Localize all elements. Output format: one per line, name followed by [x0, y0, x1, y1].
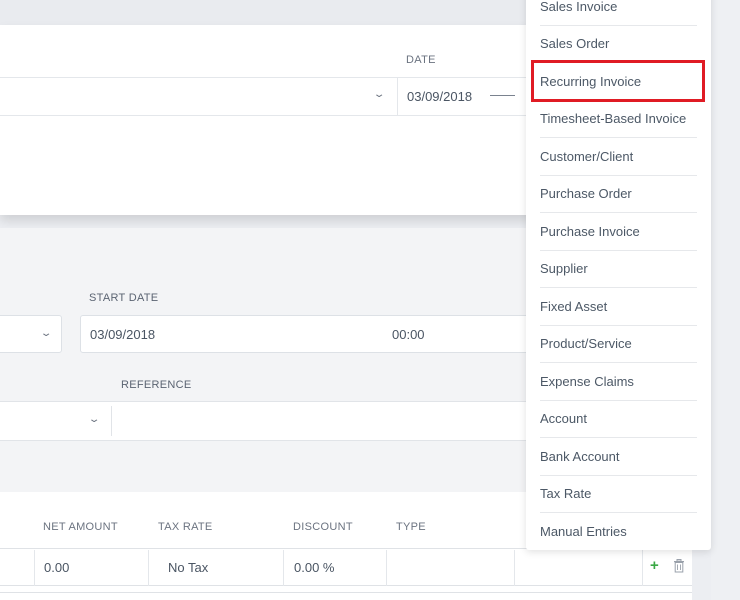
menu-item-customer-client[interactable]: Customer/Client [540, 138, 697, 176]
chevron-down-icon[interactable]: ⌄ [88, 414, 101, 425]
divider [34, 550, 35, 586]
table-row [0, 548, 692, 586]
date-field[interactable]: 03/09/2018 [407, 89, 472, 104]
divider [0, 77, 560, 78]
dash-separator [490, 95, 515, 96]
new-item-dropdown-menu: Sales Invoice Sales Order Recurring Invo… [526, 0, 711, 550]
invoice-header-card: DATE ⌄ 03/09/2018 [0, 25, 560, 215]
menu-item-sales-order[interactable]: Sales Order [540, 26, 697, 63]
menu-item-expense-claims[interactable]: Expense Claims [540, 363, 697, 401]
column-header-discount: DISCOUNT [293, 521, 353, 533]
column-header-tax-rate: TAX RATE [158, 521, 213, 533]
table-row [0, 592, 692, 600]
menu-item-manual-entries[interactable]: Manual Entries [540, 513, 697, 551]
scrollbar-track[interactable] [711, 0, 740, 600]
divider [283, 550, 284, 586]
menu-item-sales-invoice[interactable]: Sales Invoice [540, 0, 697, 26]
divider [148, 550, 149, 586]
menu-item-purchase-order[interactable]: Purchase Order [540, 176, 697, 213]
menu-item-recurring-invoice[interactable]: Recurring Invoice [531, 60, 705, 102]
column-header-net-amount: NET AMOUNT [43, 521, 118, 533]
date-label: DATE [406, 54, 436, 66]
divider [514, 550, 515, 586]
frequency-select[interactable] [0, 315, 62, 353]
menu-item-tax-rate[interactable]: Tax Rate [540, 476, 697, 513]
tax-rate-select[interactable]: No Tax [168, 560, 208, 575]
column-header-type: TYPE [396, 521, 426, 533]
menu-item-account[interactable]: Account [540, 401, 697, 438]
divider [386, 550, 387, 586]
start-date-label: START DATE [89, 292, 159, 304]
divider [397, 78, 398, 115]
discount-input[interactable]: 0.00 % [294, 560, 334, 575]
reference-label: REFERENCE [121, 379, 192, 391]
menu-item-product-service[interactable]: Product/Service [540, 326, 697, 363]
menu-item-timesheet-based-invoice[interactable]: Timesheet-Based Invoice [540, 101, 697, 138]
add-row-icon[interactable]: + [650, 557, 659, 574]
divider [0, 115, 560, 116]
menu-item-bank-account[interactable]: Bank Account [540, 438, 697, 476]
chevron-down-icon[interactable]: ⌄ [40, 328, 53, 339]
trash-icon[interactable] [673, 559, 685, 573]
chevron-down-icon[interactable]: ⌄ [373, 89, 386, 100]
divider [642, 550, 643, 586]
menu-item-fixed-asset[interactable]: Fixed Asset [540, 288, 697, 326]
divider [111, 406, 112, 436]
start-date-value[interactable]: 03/09/2018 [90, 327, 155, 342]
menu-item-purchase-invoice[interactable]: Purchase Invoice [540, 213, 697, 251]
menu-item-supplier[interactable]: Supplier [540, 251, 697, 288]
net-amount-input[interactable]: 0.00 [44, 560, 69, 575]
start-time-value[interactable]: 00:00 [392, 327, 425, 342]
